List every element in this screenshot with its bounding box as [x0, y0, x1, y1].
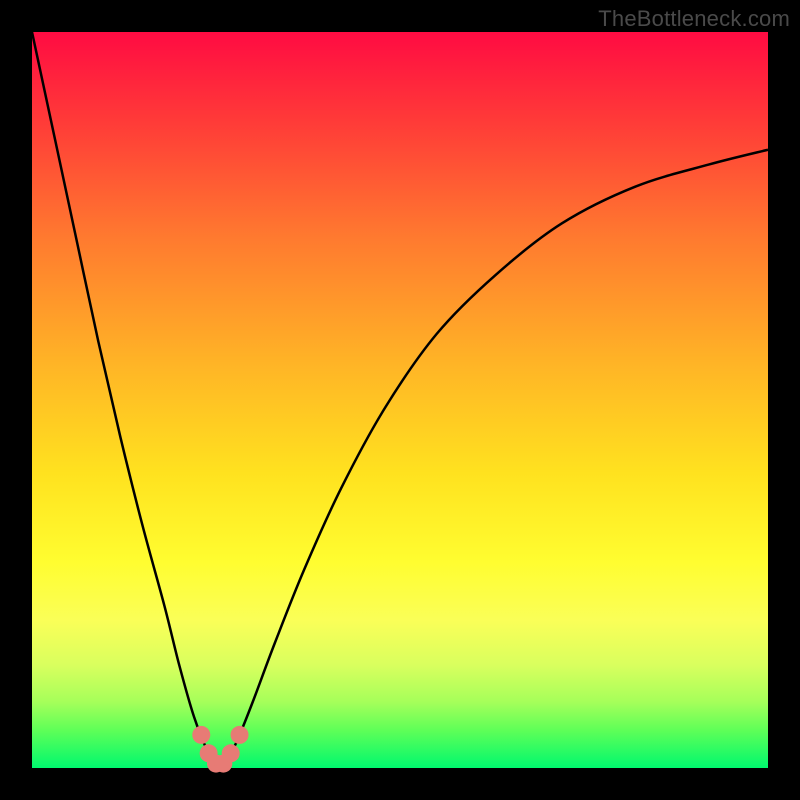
bottleneck-curve — [32, 32, 768, 768]
curve-marker — [222, 744, 240, 762]
chart-svg — [32, 32, 768, 768]
watermark-text: TheBottleneck.com — [598, 6, 790, 32]
curve-markers — [192, 726, 248, 773]
curve-path — [32, 32, 768, 768]
curve-marker — [192, 726, 210, 744]
curve-marker — [231, 726, 249, 744]
